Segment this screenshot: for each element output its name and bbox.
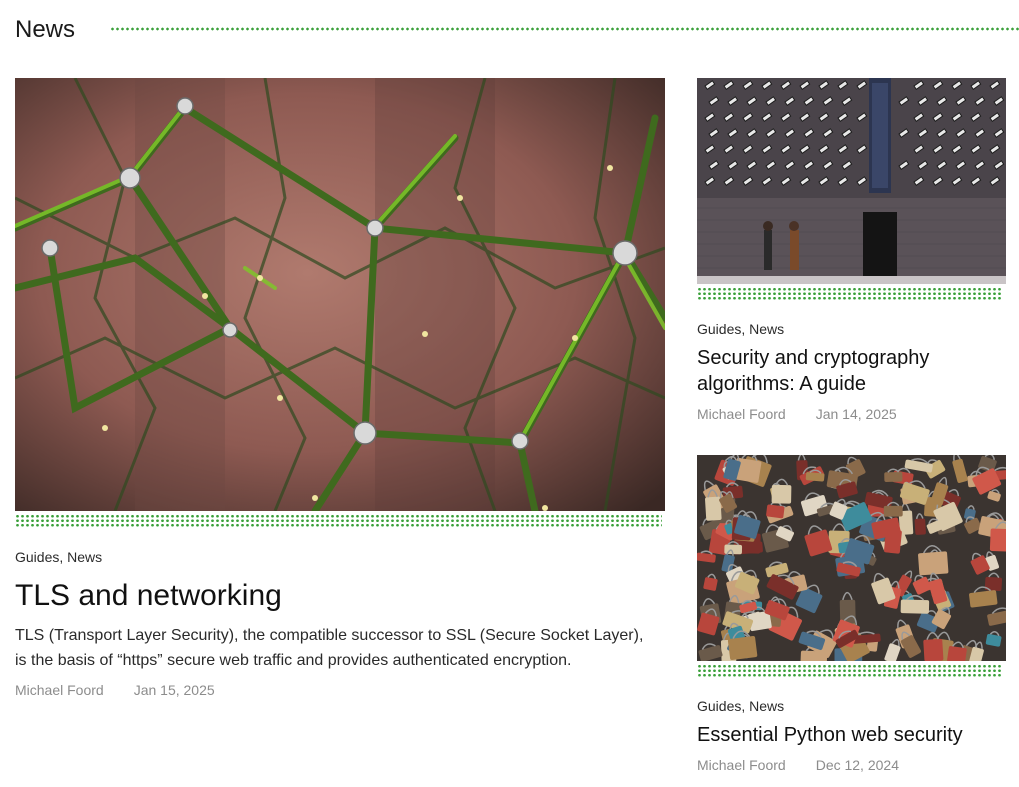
section-title: News (15, 16, 76, 43)
post-image[interactable] (697, 78, 1006, 284)
post-title[interactable]: Essential Python web security (697, 722, 1006, 748)
post-image[interactable] (697, 455, 1006, 661)
post-meta: Michael Foord Dec 12, 2024 (697, 756, 1006, 774)
post-author[interactable]: Michael Foord (697, 406, 786, 422)
dotted-divider (110, 27, 1019, 31)
post-date: Jan 14, 2025 (815, 406, 897, 422)
surveillance-cameras-image (697, 78, 1006, 284)
post-excerpt: TLS (Transport Layer Security), the comp… (15, 627, 644, 669)
category-link-news[interactable]: News (749, 321, 784, 337)
category-link-guides[interactable]: Guides (697, 698, 741, 714)
category-link-guides[interactable]: Guides (15, 549, 59, 565)
network-ropes-image (15, 78, 665, 511)
category-separator: , (59, 549, 68, 565)
dotted-divider (697, 664, 1002, 677)
post-author[interactable]: Michael Foord (15, 682, 104, 698)
featured-post-card: Guides, News TLS and networking TLS (Tra… (15, 78, 666, 699)
post-author[interactable]: Michael Foord (697, 757, 786, 773)
dotted-divider (15, 514, 662, 527)
category-separator: , (741, 698, 750, 714)
category-link-news[interactable]: News (67, 549, 102, 565)
post-categories: Guides, News (15, 548, 666, 566)
post-categories: Guides, News (697, 320, 1006, 338)
category-link-guides[interactable]: Guides (697, 321, 741, 337)
dotted-divider (697, 287, 1002, 300)
section-header: News (15, 14, 1019, 46)
post-meta: Michael Foord Jan 14, 2025 (697, 405, 1006, 423)
post-card: Guides, News Security and cryptography a… (697, 78, 1006, 423)
post-categories: Guides, News (697, 697, 1006, 715)
featured-post-image[interactable] (15, 78, 665, 511)
post-meta: Michael Foord Jan 15, 2025 (15, 681, 666, 699)
post-date: Jan 15, 2025 (133, 682, 215, 698)
post-title[interactable]: TLS and networking (15, 578, 666, 614)
post-title[interactable]: Security and cryptography algorithms: A … (697, 345, 1006, 397)
post-card: Guides, News Essential Python web securi… (697, 455, 1006, 774)
post-date: Dec 12, 2024 (815, 757, 899, 773)
category-link-news[interactable]: News (749, 698, 784, 714)
category-separator: , (741, 321, 750, 337)
padlocks-image (697, 455, 1006, 661)
